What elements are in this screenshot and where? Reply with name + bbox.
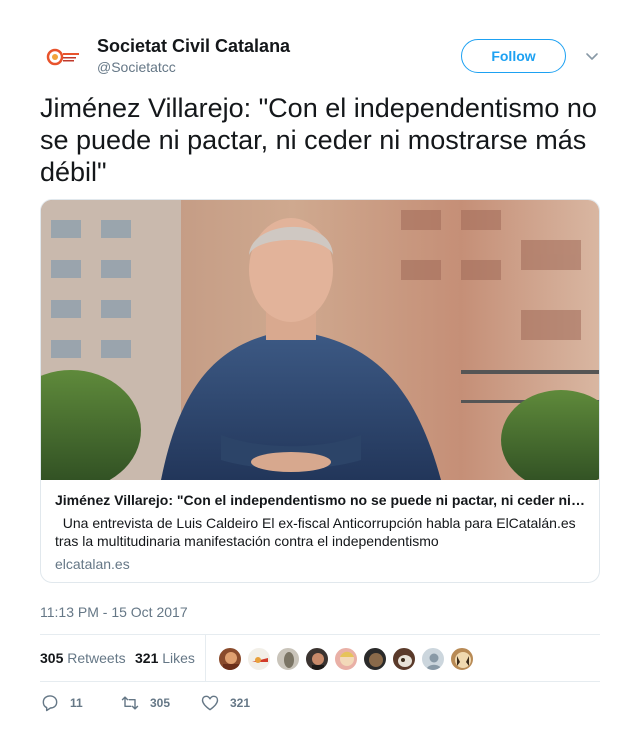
retweet-icon — [121, 696, 139, 710]
retweets-count: 305 — [40, 650, 64, 666]
account-avatar[interactable] — [40, 34, 86, 80]
likes-count: 321 — [135, 650, 159, 666]
retweet-button[interactable]: 305 — [120, 693, 170, 713]
liker-avatar[interactable] — [218, 647, 242, 671]
link-card[interactable]: Jiménez Villarejo: "Con el independentis… — [40, 199, 600, 583]
like-button[interactable]: 321 — [200, 693, 250, 713]
tweet-header: Societat Civil Catalana @Societatcc Foll… — [40, 34, 600, 80]
card-domain[interactable]: elcatalan.es — [55, 556, 130, 572]
follow-button[interactable]: Follow — [461, 39, 566, 73]
account-name[interactable]: Societat Civil Catalana — [97, 36, 290, 57]
reply-icon — [42, 695, 58, 712]
man-portrait-photo-icon — [41, 200, 599, 480]
card-title[interactable]: Jiménez Villarejo: "Con el independentis… — [55, 492, 587, 508]
liker-avatar-default[interactable] — [421, 647, 445, 671]
retweet-count: 305 — [150, 696, 171, 710]
liker-avatar[interactable] — [363, 647, 387, 671]
tweet-actions: 11 305 321 — [40, 693, 600, 715]
heart-icon — [201, 695, 219, 711]
reply-count: 11 — [70, 696, 83, 710]
liker-avatar[interactable] — [450, 647, 474, 671]
liker-avatar[interactable] — [334, 647, 358, 671]
tweet-timestamp[interactable]: 11:13 PM - 15 Oct 2017 — [40, 604, 188, 620]
liker-avatar[interactable] — [305, 647, 329, 671]
reply-button[interactable]: 11 — [40, 693, 83, 713]
retweets-label: Retweets — [67, 650, 126, 666]
card-description: Una entrevista de Luis Caldeiro El ex-fi… — [55, 515, 580, 549]
account-handle[interactable]: @Societatcc — [97, 59, 176, 75]
chevron-down-icon[interactable] — [584, 48, 600, 64]
likes-label: Likes — [162, 650, 195, 666]
liker-avatar[interactable] — [276, 647, 300, 671]
societat-civil-catalana-logo-icon — [40, 34, 86, 80]
tweet-text: Jiménez Villarejo: "Con el independentis… — [40, 93, 597, 187]
liker-avatar[interactable] — [247, 647, 271, 671]
stats-divider — [205, 635, 206, 681]
likes-stat[interactable]: 321 Likes — [135, 650, 195, 666]
retweets-stat[interactable]: 305 Retweets — [40, 650, 126, 666]
liker-avatar[interactable] — [392, 647, 416, 671]
card-image — [41, 200, 599, 480]
tweet-stats: 305 Retweets 321 Likes — [40, 634, 600, 682]
like-count: 321 — [230, 696, 251, 710]
